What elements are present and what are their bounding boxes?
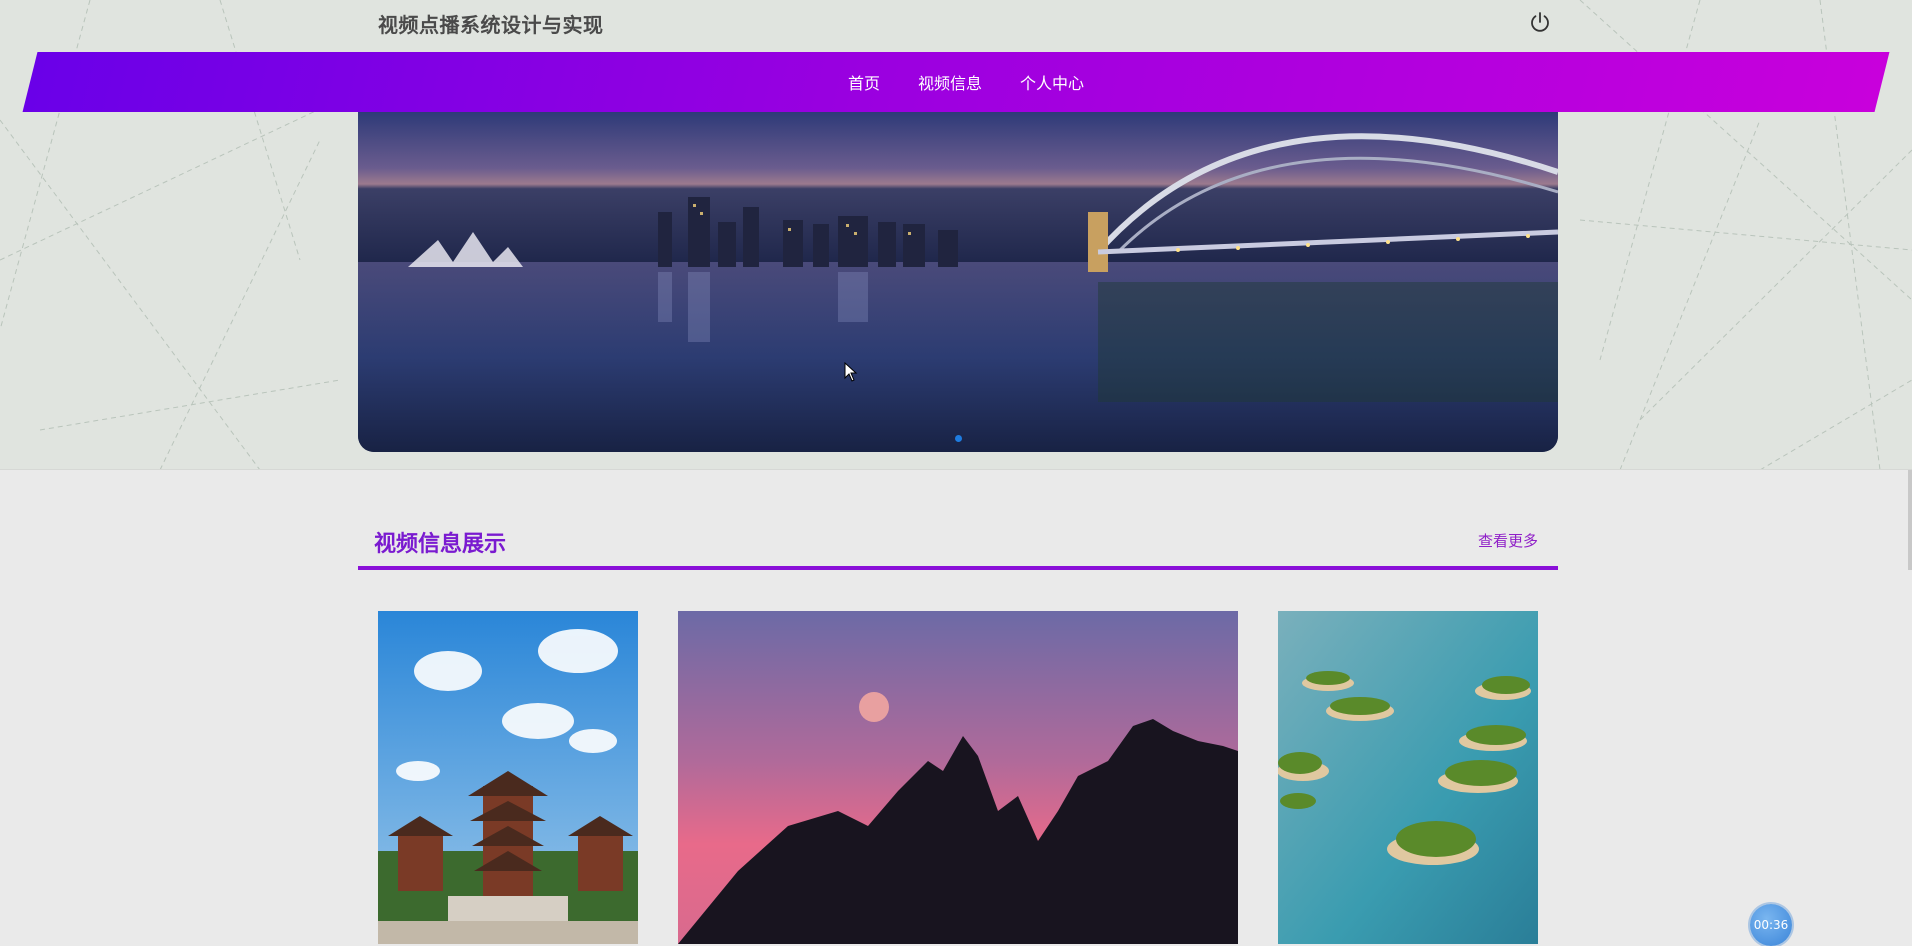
pagoda-temple-image — [378, 611, 638, 944]
nav-item-home[interactable]: 首页 — [848, 70, 880, 94]
video-card-3[interactable] — [1278, 611, 1538, 944]
section-title: 视频信息展示 — [374, 532, 507, 557]
mountain-moon-image — [678, 611, 1238, 944]
scrollbar[interactable] — [1908, 470, 1912, 570]
carousel-dots — [358, 435, 1558, 442]
islands-lake-image — [1278, 611, 1538, 944]
city-skyline-image — [358, 112, 1558, 452]
mouse-cursor-icon — [844, 362, 858, 382]
power-icon[interactable] — [1528, 10, 1552, 34]
timer-badge[interactable]: 00:36 — [1750, 904, 1792, 946]
video-card-2[interactable] — [678, 611, 1238, 944]
view-more-link[interactable]: 查看更多 — [1478, 530, 1538, 551]
site-title: 视频点播系统设计与实现 — [378, 13, 604, 37]
banner-carousel[interactable] — [358, 112, 1558, 452]
hero-area: 视频点播系统设计与实现 首页 视频信息 个人中心 — [0, 0, 1912, 470]
nav-item-personal-center[interactable]: 个人中心 — [1020, 70, 1084, 94]
carousel-dot-active[interactable] — [954, 435, 962, 442]
video-card-1[interactable] — [378, 611, 638, 944]
nav-item-video-info[interactable]: 视频信息 — [918, 70, 982, 94]
section-header: 视频信息展示 查看更多 — [358, 520, 1558, 570]
header: 视频点播系统设计与实现 — [0, 0, 1912, 44]
main-nav: 首页 视频信息 个人中心 — [0, 52, 1912, 112]
